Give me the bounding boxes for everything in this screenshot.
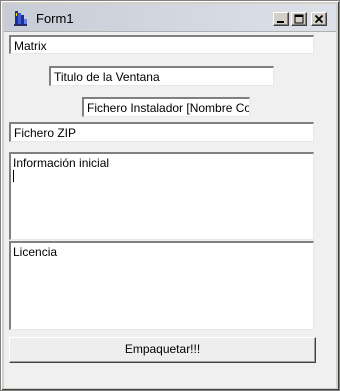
- minimize-icon: [277, 21, 284, 23]
- title-bar[interactable]: Form1: [4, 4, 336, 32]
- form-client-area: Matrix Titulo de la Ventana Fichero Inst…: [4, 32, 336, 388]
- zip-file-field[interactable]: Fichero ZIP: [9, 122, 314, 142]
- installer-file-field[interactable]: Fichero Instalador [Nombre Corto]: [82, 97, 250, 117]
- package-button[interactable]: Empaquetar!!!: [9, 337, 316, 363]
- close-icon: [314, 14, 324, 24]
- initial-info-textarea[interactable]: Información inicial: [9, 152, 314, 240]
- app-icon: [13, 10, 29, 26]
- close-button[interactable]: [311, 12, 327, 26]
- main-window: Form1 Matrix Titulo de la Ventana Ficher…: [0, 0, 340, 391]
- license-text: Licencia: [13, 245, 58, 259]
- text-caret: [13, 170, 14, 182]
- window-title-field[interactable]: Titulo de la Ventana: [49, 66, 274, 86]
- maximize-icon: [294, 14, 304, 24]
- matrix-field[interactable]: Matrix: [9, 35, 314, 54]
- maximize-button[interactable]: [291, 12, 307, 26]
- initial-info-text: Información inicial: [13, 156, 110, 170]
- license-textarea[interactable]: Licencia: [9, 241, 314, 330]
- window-title: Form1: [36, 11, 74, 26]
- minimize-button[interactable]: [273, 12, 289, 26]
